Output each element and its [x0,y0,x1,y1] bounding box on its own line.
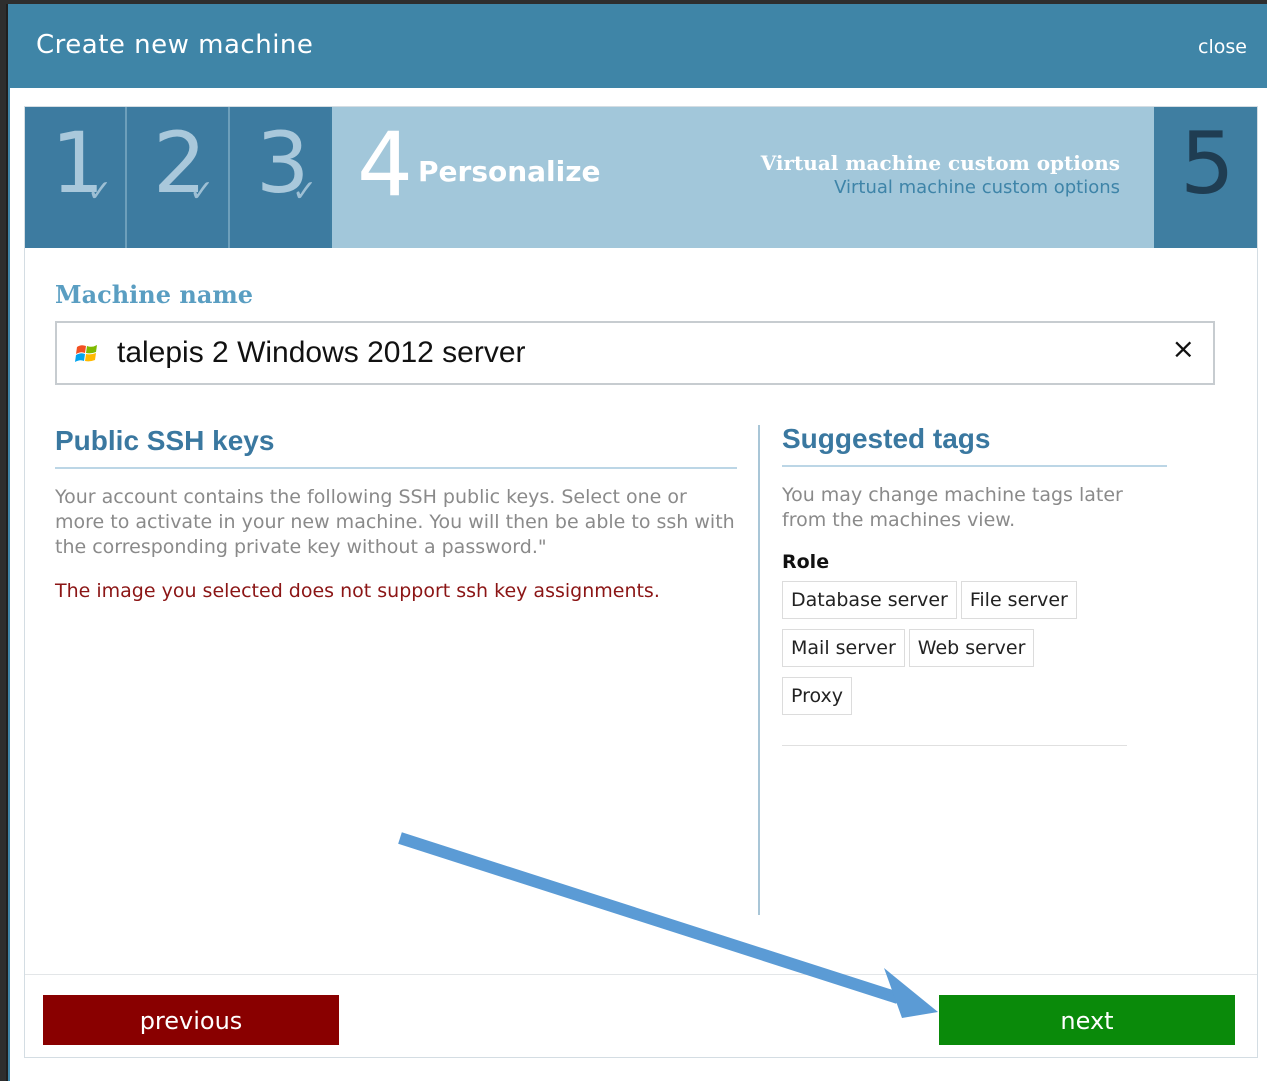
dialog-title: Create new machine [36,30,314,60]
step-4-active: 4 Personalize Virtual machine custom opt… [332,107,1154,248]
step-3[interactable]: 3 ✓ [230,107,330,248]
ssh-keys-warning: The image you selected does not support … [55,580,660,602]
ssh-keys-title: Public SSH keys [55,425,737,469]
tag-file-server[interactable]: File server [960,581,1077,619]
step-number: 5 [1180,114,1235,214]
step-description-subtitle: Virtual machine custom options [834,177,1120,198]
dialog-header: Create new machine close [8,4,1267,88]
footer-divider [25,974,1257,975]
wizard-panel: 1 ✓ 2 ✓ 3 ✓ 4 Personalize Virtual machin… [24,106,1258,1058]
suggested-tags-title: Suggested tags [782,423,1167,467]
tag-database-server[interactable]: Database server [782,581,957,619]
step-description-title: Virtual machine custom options [760,151,1120,175]
ssh-keys-section: Public SSH keys Your account contains th… [55,425,737,602]
dialog-body: 1 ✓ 2 ✓ 3 ✓ 4 Personalize Virtual machin… [10,88,1267,1081]
suggested-tags-section: Suggested tags You may change machine ta… [782,423,1167,746]
step-number: 4 [357,113,413,216]
ssh-keys-description: Your account contains the following SSH … [55,486,735,558]
machine-name-label: Machine name [55,280,254,309]
step-label: Personalize [418,155,601,188]
role-label: Role [782,551,830,573]
checkmark-icon: ✓ [189,174,215,209]
tag-proxy[interactable]: Proxy [782,677,853,715]
step-1[interactable]: 1 ✓ [25,107,127,248]
step-2[interactable]: 2 ✓ [127,107,230,248]
step-5[interactable]: 5 [1154,107,1257,248]
tag-mail-server[interactable]: Mail server [782,629,905,667]
checkmark-icon: ✓ [292,174,318,209]
column-divider [758,425,760,915]
previous-button[interactable]: previous [43,995,339,1045]
windows-logo-icon [75,345,97,362]
tag-web-server[interactable]: Web server [908,629,1035,667]
create-machine-dialog: Create new machine close 1 ✓ 2 ✓ 3 ✓ 4 P… [6,4,1267,1081]
next-button[interactable]: next [939,995,1235,1045]
tag-list: Database server File server Mail server We… [782,581,1127,746]
close-button[interactable]: close [1198,36,1247,58]
machine-name-input[interactable] [115,333,1119,373]
suggested-tags-description: You may change machine tags later from t… [782,484,1123,531]
clear-icon[interactable]: × [1172,335,1195,363]
wizard-steps: 1 ✓ 2 ✓ 3 ✓ 4 Personalize Virtual machin… [25,107,1257,248]
checkmark-icon: ✓ [87,174,113,209]
machine-name-field[interactable]: × [55,321,1215,385]
